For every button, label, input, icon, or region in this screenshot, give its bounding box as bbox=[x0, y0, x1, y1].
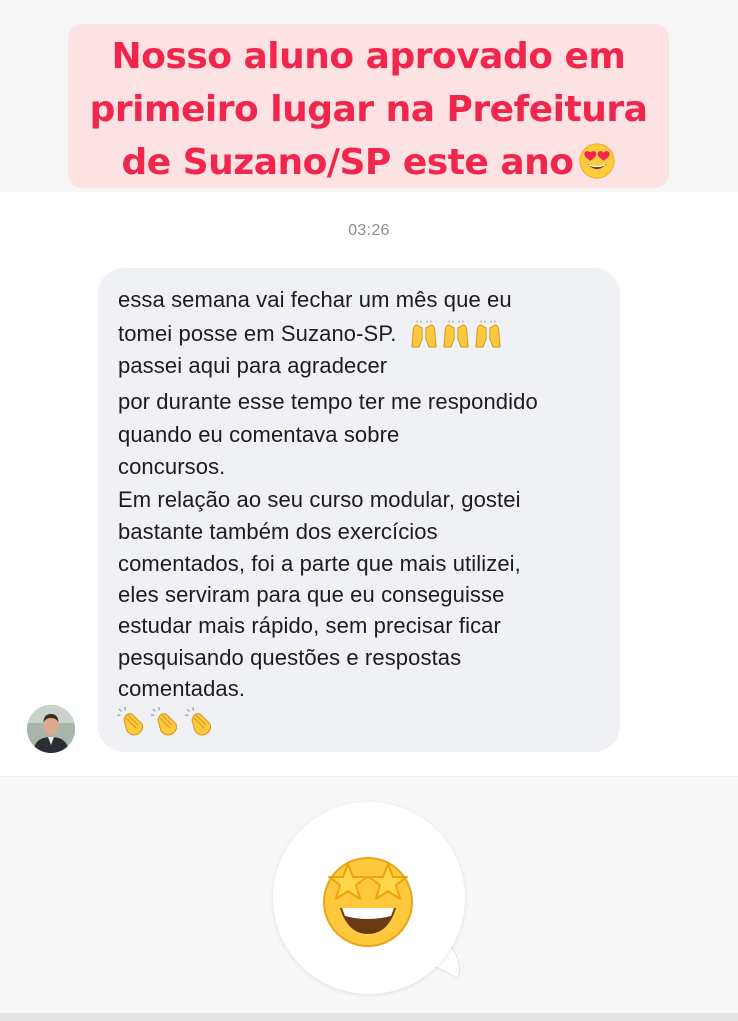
headline: Nosso aluno aprovado em primeiro lugar n… bbox=[68, 30, 669, 189]
raising-hands-emoji bbox=[475, 320, 501, 348]
headline-line-3: de Suzano/SP este ano bbox=[68, 136, 669, 189]
message-line: tomei posse em Suzano-SP. bbox=[118, 319, 503, 349]
message-line: Em relação ao seu curso modular, gostei bbox=[118, 487, 521, 512]
clapping-hands-emojis bbox=[116, 706, 216, 738]
heart-eyes-emoji bbox=[578, 143, 615, 179]
clapping-hands-emoji bbox=[150, 706, 177, 736]
message-line: passei aqui para agradecer bbox=[118, 353, 388, 378]
bottom-edge bbox=[0, 1013, 738, 1021]
headline-line-1: Nosso aluno aprovado em bbox=[111, 36, 626, 77]
headline-line-3-text: de Suzano/SP este ano bbox=[121, 142, 574, 183]
star-struck-emoji[interactable] bbox=[318, 850, 418, 950]
message-timestamp: 03:26 bbox=[348, 222, 390, 239]
message-line: concursos. bbox=[118, 454, 226, 479]
message-line: pesquisando questões e respostas bbox=[118, 645, 462, 670]
raising-hands-emoji bbox=[443, 320, 469, 348]
message-line: essa semana vai fechar um mês que eu bbox=[118, 287, 512, 312]
message-line: quando eu comentava sobre bbox=[118, 422, 400, 447]
message-line: bastante também dos exercícios bbox=[118, 519, 438, 544]
headline-line-2: primeiro lugar na Prefeitura bbox=[89, 89, 648, 130]
profile-photo-icon bbox=[27, 705, 75, 753]
raising-hands-emoji bbox=[411, 320, 437, 348]
clapping-hands-emoji bbox=[184, 706, 211, 736]
message-line: eles serviram para que eu conseguisse bbox=[118, 582, 505, 607]
message-line: por durante esse tempo ter me respondido bbox=[118, 389, 538, 414]
message-line: comentados, foi a parte que mais utilize… bbox=[118, 551, 521, 576]
message-line-text: tomei posse em Suzano-SP. bbox=[118, 321, 397, 346]
raising-hands-emojis bbox=[409, 319, 503, 349]
avatar[interactable] bbox=[27, 705, 75, 753]
clapping-hands-emoji bbox=[116, 706, 143, 736]
message-line: estudar mais rápido, sem precisar ficar bbox=[118, 613, 501, 638]
message-line: comentadas. bbox=[118, 676, 246, 701]
